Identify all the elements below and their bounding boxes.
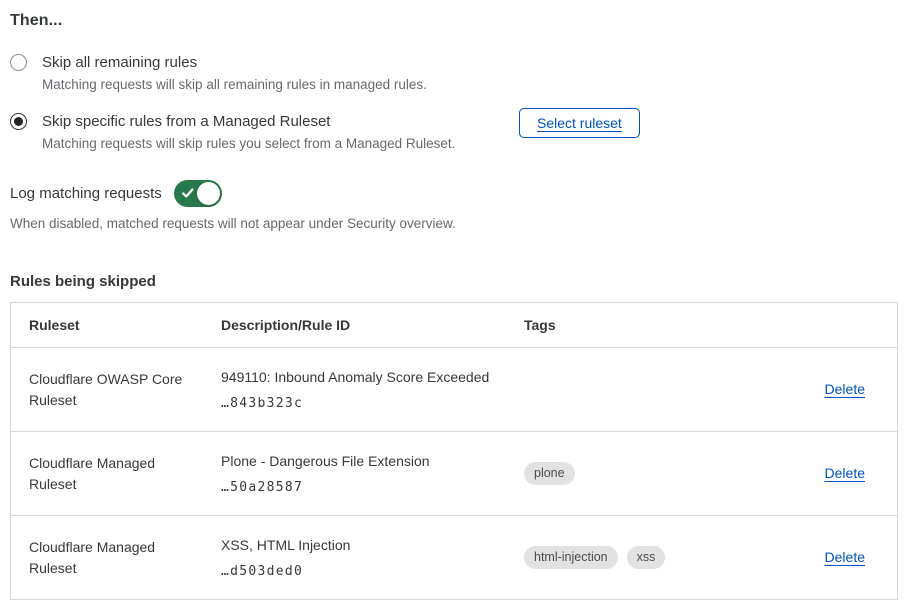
tag-pill: xss xyxy=(627,546,666,570)
select-ruleset-button[interactable]: Select ruleset xyxy=(519,108,640,138)
rules-skipped-heading: Rules being skipped xyxy=(10,273,898,290)
waf-rule-config-panel: Then... Skip all remaining rules Matchin… xyxy=(0,0,911,600)
delete-link[interactable]: Delete xyxy=(825,381,865,397)
tag-pill: html-injection xyxy=(524,546,618,570)
tags-cell: html-injection xss xyxy=(524,546,776,570)
rule-id: …d503ded0 xyxy=(221,564,514,579)
table-row: Cloudflare OWASP Core Ruleset 949110: In… xyxy=(11,347,897,431)
option-desc-skip-specific: Matching requests will skip rules you se… xyxy=(42,135,455,153)
option-skip-specific-rules: Skip specific rules from a Managed Rules… xyxy=(10,111,898,153)
radio-skip-all-remaining[interactable] xyxy=(10,54,27,71)
check-icon xyxy=(181,186,195,200)
radio-skip-specific[interactable] xyxy=(10,113,27,130)
rule-description: XSS, HTML Injection xyxy=(221,536,514,554)
option-label-skip-specific[interactable]: Skip specific rules from a Managed Rules… xyxy=(42,111,455,132)
option-skip-all-remaining: Skip all remaining rules Matching reques… xyxy=(10,52,898,94)
ruleset-name: Cloudflare Managed Ruleset xyxy=(29,537,201,579)
then-heading: Then... xyxy=(10,12,898,30)
log-matching-description: When disabled, matched requests will not… xyxy=(10,216,898,231)
rule-id: …843b323c xyxy=(221,396,514,411)
toggle-knob xyxy=(197,182,220,205)
log-matching-label: Log matching requests xyxy=(10,185,162,202)
delete-link[interactable]: Delete xyxy=(825,465,865,481)
table-header-row: Ruleset Description/Rule ID Tags xyxy=(11,303,897,347)
ruleset-name: Cloudflare OWASP Core Ruleset xyxy=(29,369,201,411)
ruleset-name: Cloudflare Managed Ruleset xyxy=(29,453,201,495)
rules-skipped-table: Ruleset Description/Rule ID Tags Cloudfl… xyxy=(10,302,898,600)
log-matching-toggle[interactable] xyxy=(174,180,222,207)
column-header-tags: Tags xyxy=(524,317,776,333)
rule-description: Plone - Dangerous File Extension xyxy=(221,452,514,470)
action-radio-group: Skip all remaining rules Matching reques… xyxy=(10,52,898,153)
option-desc-skip-all: Matching requests will skip all remainin… xyxy=(42,76,427,94)
rule-description: 949110: Inbound Anomaly Score Exceeded xyxy=(221,368,514,386)
column-header-description: Description/Rule ID xyxy=(221,317,524,333)
column-header-ruleset: Ruleset xyxy=(29,317,221,333)
option-label-skip-all[interactable]: Skip all remaining rules xyxy=(42,52,427,73)
tag-pill: plone xyxy=(524,462,575,486)
table-row: Cloudflare Managed Ruleset XSS, HTML Inj… xyxy=(11,515,897,599)
log-matching-row: Log matching requests xyxy=(10,180,898,207)
rule-id: …50a28587 xyxy=(221,480,514,495)
delete-link[interactable]: Delete xyxy=(825,549,865,565)
tags-cell: plone xyxy=(524,462,776,486)
table-row: Cloudflare Managed Ruleset Plone - Dange… xyxy=(11,431,897,515)
